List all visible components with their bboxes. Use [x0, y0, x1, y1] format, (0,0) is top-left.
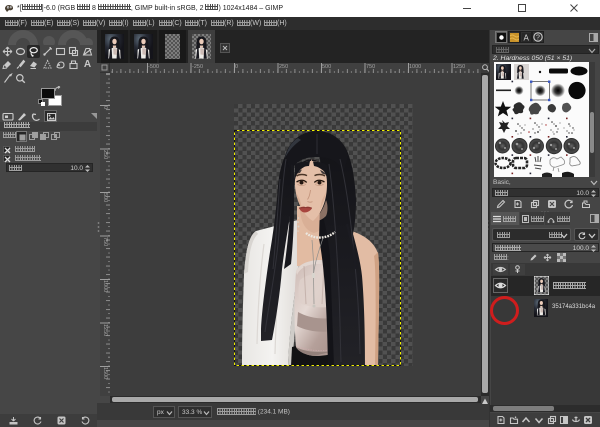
svg-text:A: A	[523, 33, 529, 42]
svg-text:?: ?	[536, 35, 540, 42]
